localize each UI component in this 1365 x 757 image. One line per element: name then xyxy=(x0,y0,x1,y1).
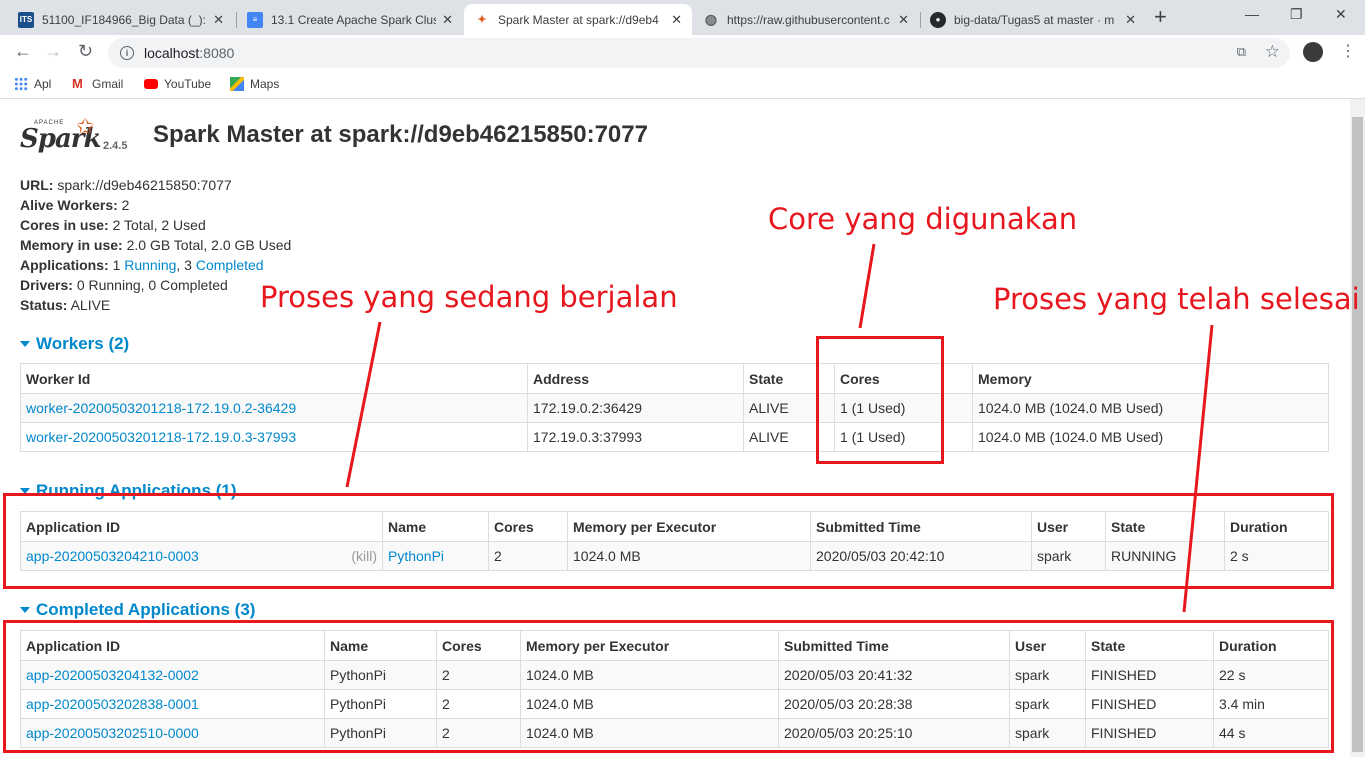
tab-title: 13.1 Create Apache Spark Clust xyxy=(271,12,437,27)
close-icon[interactable]: ✕ xyxy=(898,12,909,28)
section-heading: Completed Applications (3) xyxy=(36,600,256,619)
completed-link[interactable]: Completed xyxy=(196,257,264,273)
github-icon: ● xyxy=(930,11,946,28)
annotation-running-text: Proses yang sedang berjalan xyxy=(260,280,678,314)
docs-icon: ≡ xyxy=(247,11,263,28)
annotation-completed-text: Proses yang telah selesai xyxy=(993,282,1360,316)
gmail-icon: M xyxy=(72,76,83,91)
scrollbar-thumb[interactable] xyxy=(1352,117,1363,752)
bookmark-maps[interactable]: Maps xyxy=(230,77,279,91)
summary-drivers: Drivers: 0 Running, 0 Completed xyxy=(20,277,228,293)
column-header[interactable]: Address xyxy=(527,363,744,394)
close-icon[interactable]: ✕ xyxy=(671,12,682,28)
page-title: Spark Master at spark://d9eb46215850:707… xyxy=(153,121,648,148)
id-link[interactable]: worker-20200503201218-172.19.0.3-37993 xyxy=(26,429,296,445)
master-summary: URL: spark://d9eb46215850:7077 Alive Wor… xyxy=(20,175,291,315)
page-scrollbar[interactable] xyxy=(1350,99,1365,757)
bookmark-label: Maps xyxy=(250,77,280,91)
table-row: worker-20200503201218-172.19.0.2-36429 17… xyxy=(20,393,1329,423)
summary-applications: Applications: 1 Running, 3 Completed xyxy=(20,257,264,273)
spark-star-icon: ✩ xyxy=(76,114,95,139)
caret-down-icon xyxy=(20,607,30,613)
minimize-icon[interactable]: — xyxy=(1245,6,1259,22)
completed-section-toggle[interactable]: Completed Applications (3) xyxy=(20,600,255,620)
tab-its[interactable]: ITS 51100_IF184966_Big Data (_): P ✕ xyxy=(8,4,234,35)
close-icon[interactable]: ✕ xyxy=(442,12,453,28)
translate-icon[interactable]: ⧉ xyxy=(1237,44,1246,60)
table-cell: 1024.0 MB (1024.0 MB Used) xyxy=(972,422,1329,452)
bookmark-youtube[interactable]: YouTube xyxy=(144,77,211,91)
spark-header: APACHE Spark ✩ 2.4.5 xyxy=(20,114,127,154)
tab-strip: ITS 51100_IF184966_Big Data (_): P ✕ ≡ 1… xyxy=(0,0,1365,35)
spark-logo: APACHE Spark ✩ xyxy=(20,114,102,154)
tab-raw-github[interactable]: ◍ https://raw.githubusercontent.c ✕ xyxy=(693,4,919,35)
table-cell: 172.19.0.3:37993 xyxy=(527,422,744,452)
close-window-icon[interactable]: ✕ xyxy=(1335,6,1347,23)
menu-icon[interactable]: ⋮ xyxy=(1340,41,1356,61)
tab-title: big-data/Tugas5 at master · m xyxy=(954,12,1115,27)
annotation-cores-box xyxy=(816,336,944,464)
bookmark-label: Gmail xyxy=(92,77,124,91)
reload-icon[interactable]: ↻ xyxy=(78,41,93,62)
youtube-icon xyxy=(144,79,158,89)
table-row: worker-20200503201218-172.19.0.3-37993 17… xyxy=(20,422,1329,452)
table-header-row: Worker Id Address State Cores Memory xyxy=(20,363,1329,394)
close-icon[interactable]: ✕ xyxy=(1125,12,1136,28)
tab-github[interactable]: ● big-data/Tugas5 at master · m ✕ xyxy=(920,4,1146,35)
browser-toolbar: ← → ↻ i localhost:8080 ⧉ ☆ ⋮ xyxy=(0,35,1365,71)
column-header[interactable]: Memory xyxy=(972,363,1329,394)
apps-grid-icon xyxy=(14,77,28,91)
spark-version: 2.4.5 xyxy=(103,140,128,152)
bookmarks-bar: Apl M Gmail YouTube Maps xyxy=(0,71,1365,99)
bookmark-star-icon[interactable]: ☆ xyxy=(1265,42,1280,62)
new-tab-button[interactable]: + xyxy=(1154,6,1167,28)
section-heading: Workers (2) xyxy=(36,334,130,353)
bookmark-apps[interactable]: Apl xyxy=(14,77,51,91)
forward-icon[interactable]: → xyxy=(44,41,62,62)
running-link[interactable]: Running xyxy=(124,257,176,273)
info-icon[interactable]: i xyxy=(120,46,134,60)
table-cell: worker-20200503201218-172.19.0.2-36429 xyxy=(20,393,528,423)
bookmark-label: Apl xyxy=(34,77,52,91)
spark-icon: ✦ xyxy=(477,14,487,26)
tab-title: Spark Master at spark://d9eb4 xyxy=(498,12,659,27)
address-host: localhost xyxy=(144,45,200,61)
annotation-cores-text: Core yang digunakan xyxy=(768,202,1078,236)
maps-icon xyxy=(230,77,244,91)
globe-icon: ◍ xyxy=(704,11,718,27)
workers-table: Worker Id Address State Cores Memory worker-… xyxy=(20,363,1329,452)
table-cell: worker-20200503201218-172.19.0.3-37993 xyxy=(20,422,528,452)
summary-memory: Memory in use: 2.0 GB Total, 2.0 GB Used xyxy=(20,237,292,253)
maximize-icon[interactable]: ❐ xyxy=(1290,6,1303,23)
workers-section-toggle[interactable]: Workers (2) xyxy=(20,334,129,354)
its-icon: ITS xyxy=(18,11,34,28)
close-icon[interactable]: ✕ xyxy=(213,12,224,28)
address-bar[interactable]: i localhost:8080 ⧉ ☆ xyxy=(108,38,1290,68)
tab-title: 51100_IF184966_Big Data (_): P xyxy=(42,12,208,27)
summary-cores: Cores in use: 2 Total, 2 Used xyxy=(20,217,206,233)
annotation-running-box xyxy=(3,493,1334,589)
summary-status: Status: ALIVE xyxy=(20,297,111,313)
table-cell: 172.19.0.2:36429 xyxy=(527,393,744,423)
back-icon[interactable]: ← xyxy=(14,41,32,62)
tab-docs[interactable]: ≡ 13.1 Create Apache Spark Clust ✕ xyxy=(237,4,463,35)
tab-spark-master[interactable]: ✦ Spark Master at spark://d9eb4 ✕ xyxy=(464,4,692,35)
tab-title: https://raw.githubusercontent.c xyxy=(727,12,890,27)
bookmark-label: YouTube xyxy=(164,77,212,91)
address-port: :8080 xyxy=(199,45,235,61)
summary-url: URL: spark://d9eb46215850:7077 xyxy=(20,177,232,193)
annotation-completed-box xyxy=(3,620,1334,753)
column-header[interactable]: Worker Id xyxy=(20,363,528,394)
caret-down-icon xyxy=(20,341,30,347)
summary-workers: Alive Workers: 2 xyxy=(20,197,130,213)
bookmark-gmail[interactable]: M Gmail xyxy=(72,76,124,92)
id-link[interactable]: worker-20200503201218-172.19.0.2-36429 xyxy=(26,400,296,416)
table-cell: 1024.0 MB (1024.0 MB Used) xyxy=(972,393,1329,423)
avatar[interactable] xyxy=(1303,42,1323,62)
